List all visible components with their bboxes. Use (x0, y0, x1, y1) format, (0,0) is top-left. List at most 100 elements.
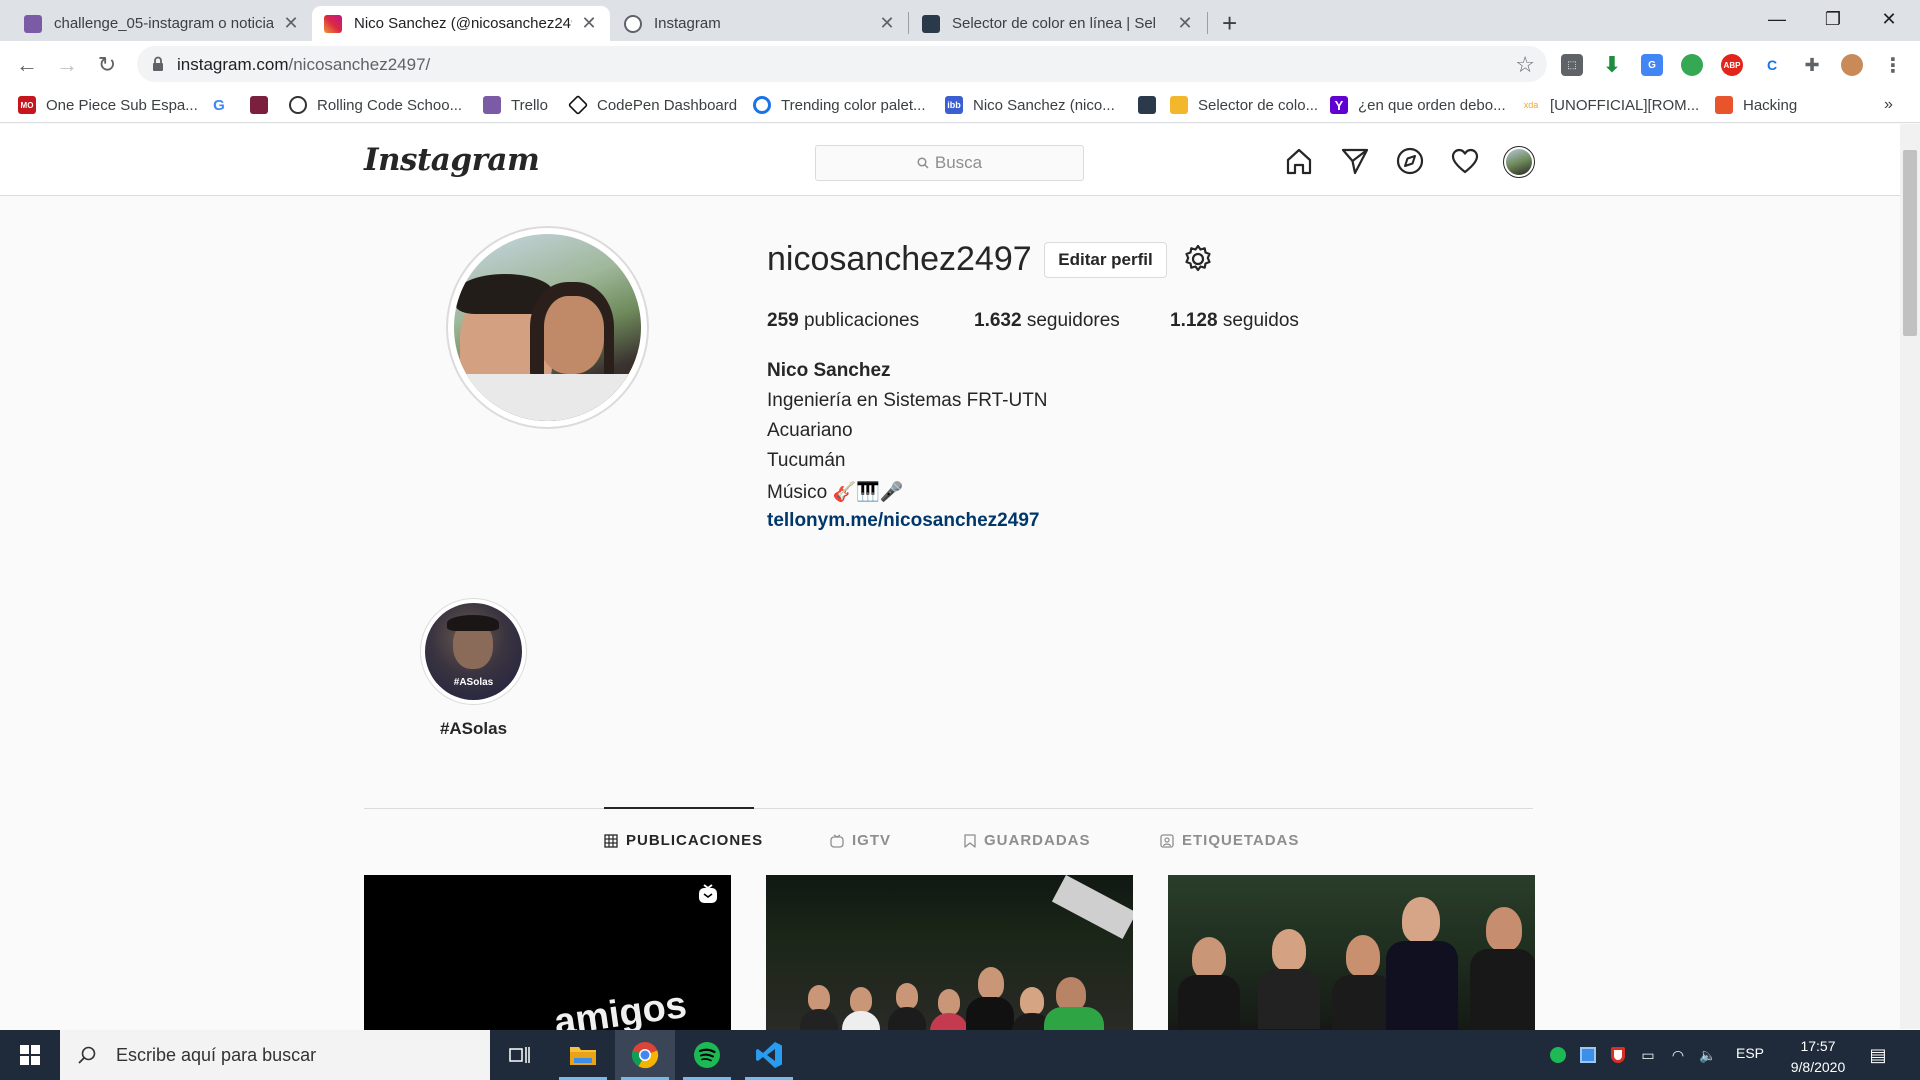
tab-separator (908, 12, 909, 34)
file-explorer-icon[interactable] (553, 1030, 613, 1080)
tab-guardadas[interactable]: GUARDADAS (964, 832, 1091, 849)
bookmark-trello[interactable]: Trello (483, 94, 548, 116)
bookmark-icon (964, 833, 976, 848)
menu-kebab-icon[interactable]: ⋮ (1882, 54, 1904, 77)
direct-message-icon[interactable] (1340, 146, 1370, 176)
lock-icon (153, 56, 163, 71)
tray-app-icon[interactable] (1578, 1045, 1598, 1065)
igtv-badge-icon (699, 884, 717, 903)
story-highlight-cover[interactable]: #ASolas (425, 603, 522, 700)
search-icon (78, 1046, 96, 1064)
bookmark-color-selector[interactable]: Selector de colo... (1170, 94, 1318, 116)
browser-tab-trello[interactable]: challenge_05-instagram o noticia ✕ (12, 6, 312, 41)
security-shield-icon[interactable] (1608, 1045, 1628, 1065)
download-arrow-icon[interactable]: ⬇ (1601, 52, 1623, 77)
post-thumbnail[interactable] (766, 875, 1133, 1030)
bookmark-color-picker[interactable] (1138, 94, 1166, 116)
minimize-icon[interactable]: — (1750, 0, 1804, 38)
close-tab-icon[interactable]: ✕ (1176, 13, 1194, 34)
grid-icon (604, 833, 618, 848)
tab-label: GUARDADAS (984, 832, 1091, 849)
close-tab-icon[interactable]: ✕ (580, 13, 598, 34)
clock[interactable]: 17:57 9/8/2020 (1778, 1036, 1858, 1078)
tab-etiquetadas[interactable]: ETIQUETADAS (1160, 832, 1299, 849)
clock-date: 9/8/2020 (1790, 1059, 1846, 1075)
bookmark-star-icon[interactable]: ☆ (1515, 52, 1535, 78)
bio-link[interactable]: tellonym.me/nicosanchez2497 (767, 510, 1039, 532)
extension-lock-icon[interactable]: ⬚ (1561, 54, 1583, 76)
stat-value: 1.632 (974, 310, 1022, 331)
extension-c-icon[interactable]: C (1761, 54, 1783, 76)
close-window-icon[interactable]: ✕ (1862, 0, 1916, 38)
tab-publicaciones[interactable]: PUBLICACIONES (604, 832, 763, 849)
chrome-icon[interactable] (615, 1030, 675, 1080)
extension-globe-icon[interactable] (1681, 54, 1703, 76)
bookmark-trending-colors[interactable]: Trending color palet... (753, 94, 926, 116)
new-tab-icon[interactable]: + (1222, 8, 1237, 39)
spotify-icon[interactable] (677, 1030, 737, 1080)
browser-tab-instagram-profile[interactable]: Nico Sanchez (@nicosanchez249 ✕ (312, 6, 610, 41)
bookmark-yahoo[interactable]: Y ¿en que orden debo... (1330, 94, 1506, 116)
settings-gear-icon[interactable] (1182, 243, 1214, 275)
search-input[interactable]: Busca (815, 145, 1084, 181)
browser-tab-color-selector[interactable]: Selector de color en línea | Sel ✕ (910, 6, 1206, 41)
tab-label: PUBLICACIONES (626, 832, 764, 849)
url-path: /nicosanchez2497/ (288, 55, 431, 74)
bookmark-label: Selector de colo... (1198, 96, 1319, 114)
volume-icon[interactable]: 🔈 (1698, 1045, 1718, 1065)
home-icon[interactable] (1284, 146, 1314, 176)
profile-avatar-icon[interactable] (1503, 146, 1535, 178)
tab-igtv[interactable]: IGTV (830, 832, 891, 849)
input-language[interactable]: ESP (1736, 1045, 1764, 1061)
post-thumbnail[interactable] (1168, 875, 1535, 1030)
bookmark-google[interactable]: G (210, 94, 238, 116)
taskbar-search-input[interactable]: Escribe aquí para buscar (60, 1030, 490, 1080)
bookmark-one-piece[interactable]: MO One Piece Sub Espa... (18, 94, 198, 116)
stat-following[interactable]: 1.128 seguidos (1170, 310, 1299, 332)
vscode-icon[interactable] (739, 1030, 799, 1080)
wifi-icon[interactable]: ◠ (1668, 1045, 1688, 1065)
thumbs-up-icon (1170, 96, 1188, 114)
activity-heart-icon[interactable] (1450, 146, 1480, 176)
forward-icon[interactable]: → (50, 48, 84, 82)
address-bar[interactable]: instagram.com/nicosanchez2497/ ☆ (137, 46, 1547, 82)
battery-icon[interactable]: ▭ (1638, 1045, 1658, 1065)
start-button[interactable] (0, 1030, 60, 1080)
instagram-logo[interactable]: Instagram (364, 142, 540, 178)
browser-tab-instagram[interactable]: Instagram ✕ (612, 6, 908, 41)
edit-profile-button[interactable]: Editar perfil (1044, 242, 1167, 278)
close-tab-icon[interactable]: ✕ (878, 13, 896, 34)
reload-icon[interactable]: ↻ (90, 48, 124, 82)
highlight-cover-text: #ASolas (453, 677, 494, 688)
igtv-icon (830, 834, 844, 848)
bookmark-hacking[interactable]: Hacking (1715, 94, 1797, 116)
tab-title: Instagram (654, 15, 721, 32)
stat-label: seguidos (1222, 310, 1299, 331)
notifications-icon[interactable]: ▤ (1868, 1045, 1888, 1065)
close-tab-icon[interactable]: ✕ (282, 13, 300, 34)
profile-avatar-icon[interactable] (1841, 54, 1863, 76)
bookmark-codepen[interactable]: CodePen Dashboard (567, 94, 737, 116)
post-thumbnail[interactable]: amigos (364, 875, 731, 1030)
task-view-icon[interactable] (490, 1030, 550, 1080)
bookmark-label: Rolling Code Schoo... (317, 96, 463, 114)
bookmark-rolling-code[interactable]: Rolling Code Schoo... (289, 94, 462, 116)
adblock-icon[interactable]: ABP (1721, 54, 1743, 76)
stat-followers[interactable]: 1.632 seguidores (974, 310, 1120, 332)
url-text: instagram.com/nicosanchez2497/ (177, 55, 430, 75)
bookmark-imgbb[interactable]: ibb Nico Sanchez (nico... (945, 94, 1115, 116)
extensions-puzzle-icon[interactable]: ✚ (1801, 54, 1823, 76)
bookmark-xda[interactable]: xda [UNOFFICIAL][ROM... (1522, 94, 1699, 116)
bio-line: Músico 🎸🎹🎤 (767, 482, 904, 503)
restore-icon[interactable]: ❐ (1806, 0, 1860, 38)
bookmarks-overflow-icon[interactable]: » (1884, 94, 1893, 116)
explore-compass-icon[interactable] (1395, 146, 1425, 176)
back-icon[interactable]: ← (10, 48, 44, 82)
bookmarks-bar: MO One Piece Sub Espa... G Rolling Code S… (0, 88, 1920, 123)
profile-picture[interactable] (454, 234, 641, 421)
bookmark-slack[interactable] (250, 94, 278, 116)
tab-separator (1207, 12, 1208, 34)
scrollbar-thumb[interactable] (1903, 150, 1917, 336)
translate-icon[interactable]: G (1641, 54, 1663, 76)
spotify-tray-icon[interactable] (1548, 1045, 1568, 1065)
